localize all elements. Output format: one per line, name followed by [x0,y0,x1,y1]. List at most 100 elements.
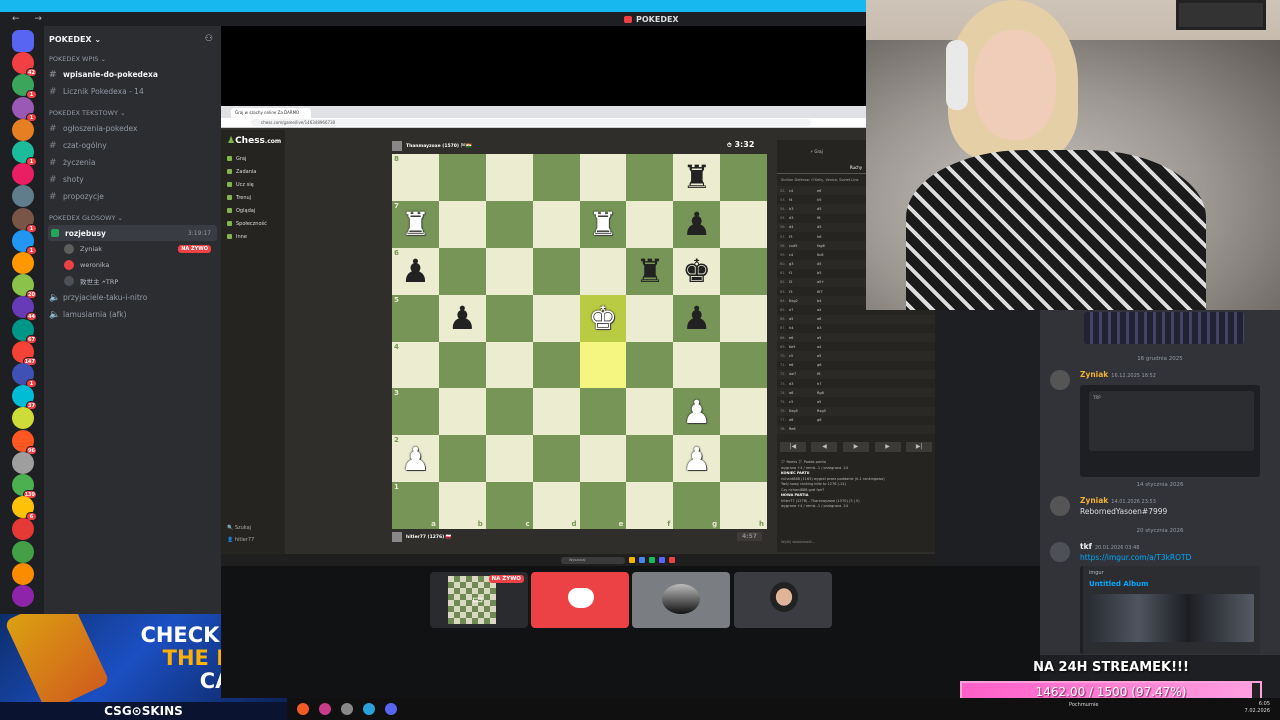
move-row[interactable]: 71. e6 g6 [777,361,935,370]
voice-channel-lamusiarnia[interactable]: 🔈 lamusiarnia (afk) [44,306,221,323]
chess-nav-item[interactable]: Trenuj [221,191,285,204]
square-e8[interactable] [579,154,627,201]
white-pawn-icon[interactable]: ♟ [401,443,430,475]
tab-play[interactable]: ⚡ Graj [777,140,856,156]
brave-icon[interactable] [297,703,309,715]
browser-tab[interactable]: Graj w szachy online Za DARMO [231,108,311,118]
square-d1[interactable]: d [532,482,580,529]
black-move[interactable]: Rg6 [817,391,845,395]
white-move[interactable]: c4 [789,189,817,193]
square-e4[interactable] [579,341,627,389]
message-link[interactable]: https://imgur.com/a/T3kROTD [1080,553,1191,562]
channel-item[interactable]: # życzenia [44,154,221,171]
server-icon[interactable]: 44 [12,296,37,322]
server-icon[interactable] [12,585,34,607]
avatar[interactable] [1050,542,1070,562]
square-c6[interactable] [485,247,533,295]
square-b3[interactable] [438,388,486,436]
square-g3[interactable]: ♟ [673,388,721,436]
chess-nav-item[interactable]: Zadania [221,165,285,178]
black-move[interactable]: g6 [817,418,845,422]
square-b5[interactable]: ♟ [438,294,486,342]
prev-move-button[interactable]: ◀ [811,442,838,452]
square-d4[interactable] [532,341,580,389]
last-move-button[interactable]: ▶| [906,442,933,452]
image-attachment[interactable] [1084,312,1244,344]
square-f4[interactable] [626,341,674,389]
server-icon[interactable] [12,407,34,430]
white-move[interactable]: Kxg2 [789,299,817,303]
square-h5[interactable] [720,294,767,342]
square-f7[interactable] [626,200,674,248]
server-header[interactable]: POKEDEX ⌄ ⚇ [44,26,221,52]
black-pawn-icon[interactable]: ♟ [682,302,711,334]
square-f6[interactable]: ♜ [626,247,674,295]
spotify-icon[interactable] [649,557,655,563]
move-row[interactable]: 73. d3 h7 [777,379,935,388]
square-b7[interactable] [438,200,486,248]
square-c8[interactable] [485,154,533,201]
profile-link[interactable]: 👤 hitler77 [227,534,254,546]
white-move[interactable]: c4 [789,253,817,257]
chesscom-logo[interactable]: ♟Chess.com [221,130,285,152]
square-a5[interactable]: 5 [392,294,439,342]
system-clock[interactable]: 6:05 7.02.2026 [1245,701,1270,715]
square-h3[interactable] [720,388,767,436]
square-a1[interactable]: 1a [392,482,439,529]
app-icon[interactable] [319,703,331,715]
black-rook-icon[interactable]: ♜ [635,255,664,287]
black-move[interactable]: e6 [817,189,845,193]
white-move[interactable]: a6 [789,391,817,395]
square-c3[interactable] [485,388,533,436]
square-e1[interactable]: e [579,482,627,529]
server-icon[interactable] [12,518,34,541]
white-move[interactable]: e6 [789,363,817,367]
square-d8[interactable] [532,154,580,201]
channel-wpisanie[interactable]: # wpisanie-do-pokedexa [44,66,221,83]
square-c1[interactable]: c [485,482,533,529]
square-h1[interactable]: h [720,482,767,529]
server-icon[interactable] [12,562,34,585]
white-move[interactable]: cxd5 [789,244,817,248]
white-king-icon[interactable]: ♚ [589,302,618,334]
white-move[interactable]: c5 [789,354,817,358]
next-move-button[interactable]: ▶ [874,442,901,452]
voice-channel-przyjaciele[interactable]: 🔈 przyjaciele-taku-i-nitro [44,289,221,306]
black-move[interactable]: d5 [817,225,845,229]
first-move-button[interactable]: |◀ [779,442,806,452]
move-row[interactable]: 70. c5 a5 [777,351,935,361]
message-author[interactable]: Zyniak [1080,496,1108,505]
voice-channel-rozjebusy[interactable]: rozjebusy 3:19:17 [48,225,217,241]
square-c4[interactable] [485,341,533,389]
square-e2[interactable] [579,435,627,483]
square-e6[interactable] [579,247,627,295]
voice-user[interactable]: weronika [44,257,221,273]
server-icon[interactable]: 147 [12,340,37,366]
server-icon[interactable]: 20 [12,274,37,300]
square-e5[interactable]: ♚ [579,294,627,342]
black-move[interactable]: b4 [817,299,845,303]
black-move[interactable]: a5 [817,354,845,358]
server-icon[interactable]: 42 [12,52,37,78]
white-move[interactable]: f3 [789,290,817,294]
black-rook-icon[interactable]: ♜ [682,161,711,193]
black-move[interactable]: h7 [817,382,845,386]
square-a4[interactable]: 4 [392,341,439,389]
square-a8[interactable]: 8 [392,154,439,201]
white-move[interactable]: h4 [789,326,817,330]
server-icon[interactable] [12,118,34,141]
black-move[interactable]: b5 [817,271,845,275]
square-g5[interactable]: ♟ [673,294,721,342]
white-move[interactable]: c3 [789,400,817,404]
black-move[interactable]: a4 [817,308,845,312]
white-move[interactable]: e6 [789,336,817,340]
square-a3[interactable]: 3 [392,388,439,436]
chess-nav-item[interactable]: Ucz się [221,178,285,191]
voice-user[interactable]: Zyniak NA ŻYWO [44,241,221,257]
channel-item[interactable]: # ogłoszenia-pokedex [44,120,221,137]
category-tekstowy[interactable]: POKEDEX Tekstowy ⌄ [44,106,221,120]
white-move[interactable]: f2 [789,280,817,284]
top-player[interactable]: Thanmayzoxe (1570) 🏁🇮🇳 [392,139,472,153]
black-move[interactable]: Kf7 [817,290,845,294]
chat-input[interactable]: Wyślij wiadomość... [781,540,815,544]
